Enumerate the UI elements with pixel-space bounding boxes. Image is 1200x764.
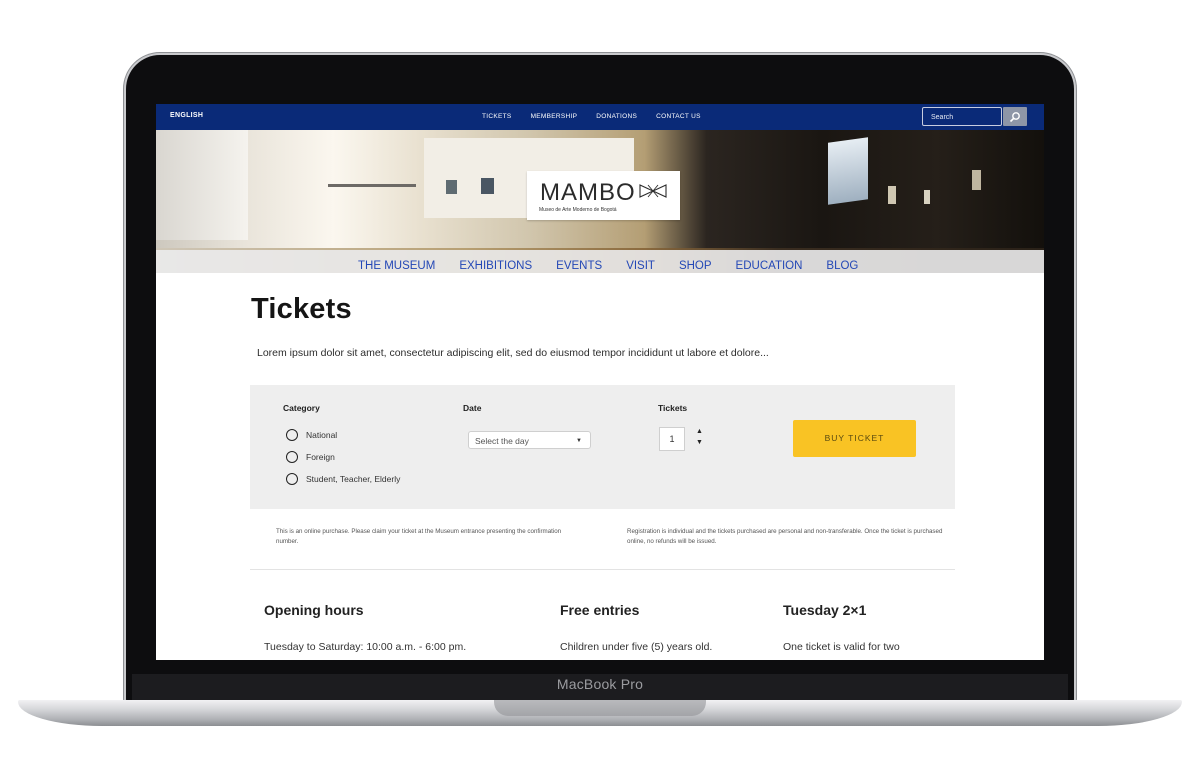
utility-nav: TICKETS MEMBERSHIP DONATIONS CONTACT US [482,113,701,120]
quantity-input[interactable]: 1 [659,427,685,451]
category-label: Category [283,403,320,413]
main-nav: THE MUSEUM EXHIBITIONS EVENTS VISIT SHOP… [156,250,1044,273]
website-screen: ENGLISH TICKETS MEMBERSHIP DONATIONS CON… [156,104,1044,660]
purchase-note-left: This is an online purchase. Please claim… [276,528,562,545]
section-divider [250,569,955,570]
nav-item-education[interactable]: EDUCATION [736,260,803,272]
utility-link-tickets[interactable]: TICKETS [482,113,512,120]
nav-item-visit[interactable]: VISIT [626,260,655,272]
chevron-down-icon: ▼ [576,438,582,444]
tuesday-promo-text: One ticket is valid for two [783,641,900,653]
ticket-form: Category National Foreign Student, Teach… [250,385,955,509]
nav-item-exhibitions[interactable]: EXHIBITIONS [459,260,532,272]
museum-logo[interactable]: MAMBO Museo de Arte Moderno de Bogotá [527,171,680,220]
language-switch[interactable]: ENGLISH [170,112,203,119]
nav-item-the-museum[interactable]: THE MUSEUM [358,260,435,272]
category-option-student[interactable]: Student, Teacher, Elderly [286,473,400,485]
magnifier-icon [1009,111,1020,122]
nav-item-shop[interactable]: SHOP [679,260,712,272]
laptop-notch [494,700,706,716]
logo-subtitle: Museo de Arte Moderno de Bogotá [539,207,617,213]
category-option-national[interactable]: National [286,429,337,441]
utility-link-membership[interactable]: MEMBERSHIP [531,113,578,120]
utility-link-contact[interactable]: CONTACT US [656,113,701,120]
quantity-stepper[interactable]: ▲ ▼ [696,426,703,448]
purchase-note-right: Registration is individual and the ticke… [627,528,943,545]
date-select[interactable]: Select the day ▼ [468,431,591,449]
buy-ticket-button[interactable]: BUY TICKET [793,420,916,457]
decrement-arrow-icon[interactable]: ▼ [696,437,703,448]
date-select-value: Select the day [475,436,529,446]
utility-link-donations[interactable]: DONATIONS [596,113,637,120]
top-bar: ENGLISH TICKETS MEMBERSHIP DONATIONS CON… [156,104,1044,130]
laptop-model-label: MacBook Pro [556,676,644,692]
radio-icon[interactable] [286,429,298,441]
increment-arrow-icon[interactable]: ▲ [696,426,703,437]
date-label: Date [463,403,482,413]
free-entries-heading: Free entries [560,602,640,618]
page-lead: Lorem ipsum dolor sit amet, consectetur … [257,347,769,359]
category-option-foreign[interactable]: Foreign [286,451,335,463]
free-entries-text: Children under five (5) years old. [560,641,713,653]
bowtie-mark-icon [639,184,667,198]
search-input[interactable]: Search [922,107,1002,126]
tuesday-promo-heading: Tuesday 2×1 [783,602,867,618]
nav-item-blog[interactable]: BLOG [826,260,858,272]
nav-item-events[interactable]: EVENTS [556,260,602,272]
radio-icon[interactable] [286,473,298,485]
opening-hours-text: Tuesday to Saturday: 10:00 a.m. - 6:00 p… [264,641,467,653]
page-title: Tickets [251,293,352,325]
logo-wordmark: MAMBO [540,179,636,206]
search-button[interactable] [1003,107,1027,126]
radio-icon[interactable] [286,451,298,463]
hero-banner: MAMBO Museo de Arte Moderno de Bogotá TH… [156,130,1044,273]
opening-hours-heading: Opening hours [264,602,364,618]
tickets-label: Tickets [658,403,688,413]
